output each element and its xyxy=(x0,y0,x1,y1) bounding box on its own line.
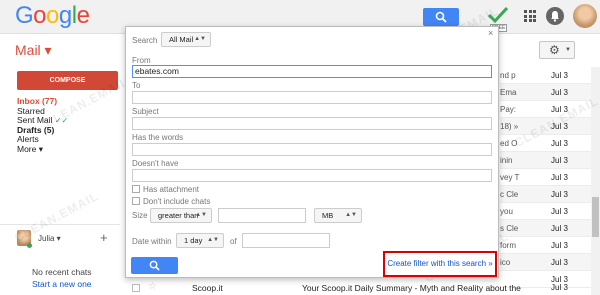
apps-grid-icon[interactable] xyxy=(524,10,536,22)
chevron-updown-icon: ▲▼ xyxy=(207,237,219,243)
email-snippet: vey T xyxy=(500,173,520,182)
from-field[interactable]: ebates.com xyxy=(132,65,492,78)
email-date: Jul 3 xyxy=(551,241,568,250)
online-status-icon xyxy=(27,243,32,248)
table-row[interactable]: s Cle Jul 3 xyxy=(500,220,600,237)
size-unit-select[interactable]: MB ▲▼ xyxy=(314,208,362,223)
email-date: Jul 3 xyxy=(551,156,568,165)
plus-icon[interactable]: + xyxy=(100,230,108,245)
account-avatar[interactable] xyxy=(573,4,597,28)
logo-letter: o xyxy=(46,2,59,29)
logo-letter: G xyxy=(15,2,34,29)
has-attachment-label: Has attachment xyxy=(143,185,200,194)
google-logo[interactable]: Google xyxy=(15,2,90,30)
gear-icon: ⚙ xyxy=(549,43,560,57)
logo-letter: o xyxy=(33,2,47,29)
dont-include-chats-label: Don't include chats xyxy=(143,197,211,206)
size-value-field[interactable] xyxy=(218,208,306,223)
table-row[interactable]: ☆ Scoop.it Your Scoop.it Daily Summary -… xyxy=(120,280,600,295)
table-row[interactable]: form Jul 3 xyxy=(500,237,600,254)
no-chats-text: No recent chats xyxy=(32,267,92,277)
doesnt-have-label: Doesn't have xyxy=(132,159,179,168)
email-date: Jul 3 xyxy=(551,207,568,216)
email-snippet: Ema xyxy=(500,88,517,97)
email-date: Jul 3 xyxy=(551,173,568,182)
email-date: Jul 3 xyxy=(551,258,568,267)
chevron-down-icon: ▼ xyxy=(565,47,571,53)
to-field[interactable] xyxy=(132,91,492,104)
email-date: Jul 3 xyxy=(551,224,568,233)
dont-include-chats-checkbox[interactable] xyxy=(132,197,140,205)
table-row[interactable]: vey T Jul 3 xyxy=(500,169,600,186)
logo-letter: g xyxy=(58,2,72,29)
search-submit-button[interactable] xyxy=(131,257,178,274)
search-button[interactable] xyxy=(423,8,459,26)
date-field[interactable] xyxy=(242,233,330,248)
sidebar-nav: Inbox (77) Starred Sent Mail ✓✓ Drafts (… xyxy=(17,96,68,155)
mail-menu[interactable]: Mail ▾ xyxy=(15,42,52,59)
doesnt-have-field[interactable] xyxy=(132,169,492,182)
start-new-chat-link[interactable]: Start a new one xyxy=(32,279,92,289)
size-operator-value: greater than xyxy=(158,211,199,220)
scrollbar-thumb[interactable] xyxy=(592,197,599,237)
notifications-icon[interactable] xyxy=(546,7,564,25)
search-icon xyxy=(435,11,447,23)
search-scope-label: Search xyxy=(132,36,158,45)
date-within-value: 1 day xyxy=(184,236,203,245)
email-snippet: ico xyxy=(500,258,511,267)
search-scope-value: All Mail xyxy=(169,35,194,44)
email-date: Jul 3 xyxy=(551,190,568,199)
email-snippet: inin xyxy=(500,156,513,165)
size-unit-value: MB xyxy=(322,211,334,220)
sidebar-divider xyxy=(0,224,120,225)
table-row[interactable]: nd p Jul 3 xyxy=(500,67,600,84)
search-icon xyxy=(149,260,160,271)
email-snippet: nd p xyxy=(500,71,516,80)
email-snippet: Pay: xyxy=(500,105,517,114)
email-date: Jul 3 xyxy=(551,139,568,148)
table-row[interactable]: c Cle Jul 3 xyxy=(500,186,600,203)
size-label: Size xyxy=(132,211,148,220)
from-label: From xyxy=(132,56,151,65)
date-within-select[interactable]: 1 day ▲▼ xyxy=(176,233,224,248)
email-snippet: 18) » xyxy=(500,122,519,131)
create-filter-link[interactable]: Create filter with this search » xyxy=(383,251,497,277)
date-within-label: Date within xyxy=(132,237,172,246)
chevron-updown-icon: ▲▼ xyxy=(345,212,357,218)
subject-label: Subject xyxy=(132,107,159,116)
star-icon[interactable]: ☆ xyxy=(148,281,157,292)
table-row[interactable]: ico Jul 3 xyxy=(500,254,600,271)
logo-letter: e xyxy=(76,2,90,29)
search-options-dialog: × Search All Mail ▲▼ From ebates.com To S… xyxy=(125,26,499,278)
sidebar-item-more[interactable]: More ▾ xyxy=(17,144,68,155)
subject-field[interactable] xyxy=(132,117,492,130)
chevron-updown-icon: ▲▼ xyxy=(194,36,206,42)
close-icon[interactable]: × xyxy=(488,28,493,38)
row-checkbox[interactable] xyxy=(132,284,140,292)
chat-user-name[interactable]: Julia ▾ xyxy=(38,234,61,243)
chevron-updown-icon: ▲▼ xyxy=(195,212,207,218)
email-date: Jul 3 xyxy=(551,88,568,97)
email-snippet: you xyxy=(500,207,513,216)
table-row[interactable]: you Jul 3 xyxy=(500,203,600,220)
of-label: of xyxy=(230,237,237,246)
has-attachment-checkbox[interactable] xyxy=(132,185,140,193)
has-words-field[interactable] xyxy=(132,143,492,156)
settings-button[interactable]: ⚙ ▼ xyxy=(539,41,575,59)
size-operator-select[interactable]: greater than ▲▼ xyxy=(150,208,212,223)
email-snippet: c Cle xyxy=(500,190,519,199)
search-scope-select[interactable]: All Mail ▲▼ xyxy=(161,32,211,47)
to-label: To xyxy=(132,81,141,90)
email-sender: Scoop.it xyxy=(192,283,223,293)
table-row[interactable]: inin Jul 3 xyxy=(500,152,600,169)
email-subject: Your Scoop.it Daily Summary - Myth and R… xyxy=(302,283,521,293)
email-date: Jul 3 xyxy=(551,71,568,80)
has-words-label: Has the words xyxy=(132,133,184,142)
email-date: Jul 3 xyxy=(551,283,568,292)
